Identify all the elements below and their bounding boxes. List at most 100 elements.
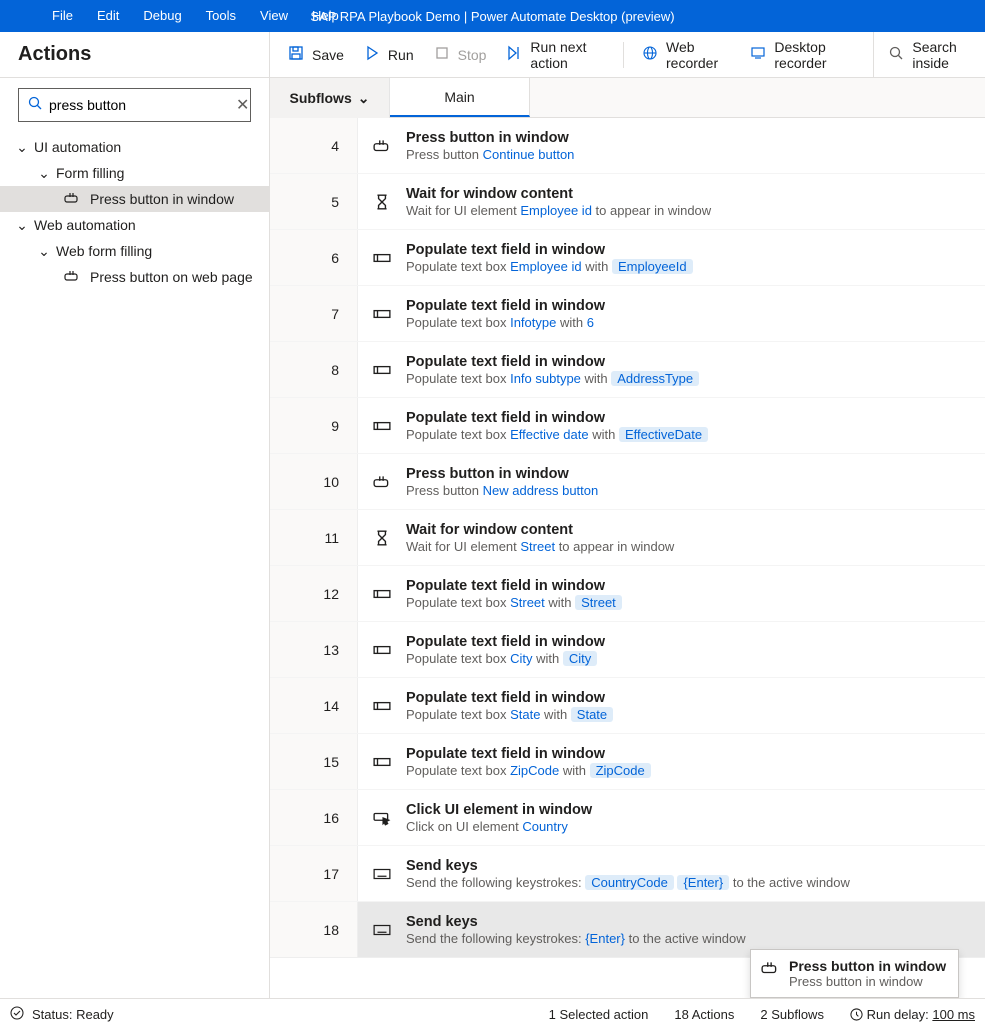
flow-step[interactable]: 8 Populate text field in windowPopulate t… xyxy=(270,342,985,398)
toolbar-search[interactable]: Search inside xyxy=(873,32,985,77)
flow-step[interactable]: 14Populate text field in windowPopulate … xyxy=(270,678,985,734)
save-button[interactable]: Save xyxy=(280,39,352,71)
tree-web-form-filling[interactable]: ⌄ Web form filling xyxy=(0,238,269,264)
step-description: Populate text box Employee id with Emplo… xyxy=(406,259,971,274)
flow-step[interactable]: 11Wait for window contentWait for UI ele… xyxy=(270,510,985,566)
status-run-delay[interactable]: Run delay: 100 ms xyxy=(850,1007,975,1022)
chevron-down-icon: ⌄ xyxy=(16,141,28,153)
desktop-recorder-button[interactable]: Desktop recorder xyxy=(742,39,865,71)
menu-tools[interactable]: Tools xyxy=(194,0,248,32)
step-title: Populate text field in window xyxy=(406,690,971,706)
tree-form-filling[interactable]: ⌄ Form filling xyxy=(0,160,269,186)
field-icon xyxy=(372,699,392,713)
step-description: Wait for UI element Street to appear in … xyxy=(406,539,971,554)
step-title: Press button in window xyxy=(406,466,971,482)
flow-step[interactable]: 10 Press button in windowPress button New… xyxy=(270,454,985,510)
step-number: 10 xyxy=(270,454,358,509)
step-title: Populate text field in window xyxy=(406,634,971,650)
actions-tree: ⌄ UI automation ⌄ Form filling Press but… xyxy=(0,134,269,290)
step-title: Populate text field in window xyxy=(406,410,971,426)
actions-search-input[interactable] xyxy=(49,97,230,113)
press-icon xyxy=(64,191,80,207)
flow-step[interactable]: 16Click UI element in windowClick on UI … xyxy=(270,790,985,846)
run-button[interactable]: Run xyxy=(356,39,422,71)
keys-icon xyxy=(372,867,392,881)
step-title: Click UI element in window xyxy=(406,802,971,818)
menu-edit[interactable]: Edit xyxy=(85,0,131,32)
step-description: Populate text box Effective date with Ef… xyxy=(406,427,971,442)
press-icon xyxy=(761,961,779,980)
flow-step[interactable]: 17Send keysSend the following keystrokes… xyxy=(270,846,985,902)
menu-help[interactable]: Help xyxy=(300,0,351,32)
stop-icon xyxy=(434,45,450,64)
monitor-icon xyxy=(750,45,766,64)
status-subflows: 2 Subflows xyxy=(760,1007,824,1022)
separator xyxy=(623,42,624,68)
step-title: Populate text field in window xyxy=(406,578,971,594)
tree-press-button-web[interactable]: Press button on web page xyxy=(0,264,269,290)
step-number: 6 xyxy=(270,230,358,285)
step-number: 18 xyxy=(270,902,358,957)
menu-debug[interactable]: Debug xyxy=(131,0,193,32)
step-description: Send the following keystrokes: CountryCo… xyxy=(406,875,971,890)
subflows-dropdown[interactable]: Subflows ⌄ xyxy=(270,78,390,118)
web-recorder-button[interactable]: Web recorder xyxy=(634,39,738,71)
chevron-down-icon: ⌄ xyxy=(358,90,370,107)
step-description: Populate text box ZipCode with ZipCode xyxy=(406,763,971,778)
step-description: Press button New address button xyxy=(406,483,971,498)
flow-step[interactable]: 5 Wait for window contentWait for UI elem… xyxy=(270,174,985,230)
clear-icon[interactable]: ✕ xyxy=(236,95,249,115)
step-description: Wait for UI element Employee id to appea… xyxy=(406,203,971,218)
field-icon xyxy=(372,363,392,377)
status-actions: 18 Actions xyxy=(674,1007,734,1022)
step-icon xyxy=(506,45,522,64)
step-number: 8 xyxy=(270,342,358,397)
step-title: Populate text field in window xyxy=(406,746,971,762)
flow-step[interactable]: 7Populate text field in windowPopulate t… xyxy=(270,286,985,342)
field-icon xyxy=(372,419,392,433)
tree-ui-automation[interactable]: ⌄ UI automation xyxy=(0,134,269,160)
menu-file[interactable]: File xyxy=(40,0,85,32)
tree-press-button-window[interactable]: Press button in window xyxy=(0,186,269,212)
status-selected: 1 Selected action xyxy=(549,1007,649,1022)
keys-icon xyxy=(372,923,392,937)
chevron-down-icon: ⌄ xyxy=(16,219,28,231)
wait-icon xyxy=(372,530,392,546)
flow-step[interactable]: 13Populate text field in windowPopulate … xyxy=(270,622,985,678)
field-icon xyxy=(372,251,392,265)
step-number: 15 xyxy=(270,734,358,789)
flow-step[interactable]: 6 Populate text field in windowPopulate t… xyxy=(270,230,985,286)
stop-button[interactable]: Stop xyxy=(426,39,495,71)
status-text: Status: Ready xyxy=(32,1007,114,1022)
statusbar: Status: Ready 1 Selected action 18 Actio… xyxy=(0,998,985,1030)
step-title: Wait for window content xyxy=(406,522,971,538)
step-description: Populate text box State with State xyxy=(406,707,971,722)
press-icon xyxy=(64,269,80,285)
step-number: 9 xyxy=(270,398,358,453)
save-icon xyxy=(288,45,304,64)
step-description: Populate text box Info subtype with Addr… xyxy=(406,371,971,386)
status-ok-icon xyxy=(10,1006,24,1023)
tab-main[interactable]: Main xyxy=(390,78,530,117)
step-number: 5 xyxy=(270,174,358,229)
click-icon xyxy=(372,810,392,826)
field-icon xyxy=(372,587,392,601)
step-description: Populate text box Infotype with 6 xyxy=(406,315,971,330)
actions-search[interactable]: ✕ xyxy=(18,88,251,122)
step-number: 17 xyxy=(270,846,358,901)
menu-view[interactable]: View xyxy=(248,0,300,32)
step-title: Populate text field in window xyxy=(406,354,971,370)
menubar: File Edit Debug Tools View Help SAP RPA … xyxy=(0,0,985,32)
run-next-button[interactable]: Run next action xyxy=(498,39,613,71)
flow-step[interactable]: 4Press button in windowPress button Cont… xyxy=(270,118,985,174)
tabs-row: Subflows ⌄ Main xyxy=(270,78,985,118)
search-icon xyxy=(27,95,43,116)
tree-web-automation[interactable]: ⌄ Web automation xyxy=(0,212,269,238)
flow-step[interactable]: 12Populate text field in windowPopulate … xyxy=(270,566,985,622)
flow-step[interactable]: 9 Populate text field in windowPopulate t… xyxy=(270,398,985,454)
step-title: Populate text field in window xyxy=(406,242,971,258)
flow-canvas[interactable]: 4Press button in windowPress button Cont… xyxy=(270,118,985,998)
step-title: Send keys xyxy=(406,914,971,930)
flow-step[interactable]: 15 Populate text field in windowPopulate … xyxy=(270,734,985,790)
step-title: Wait for window content xyxy=(406,186,971,202)
